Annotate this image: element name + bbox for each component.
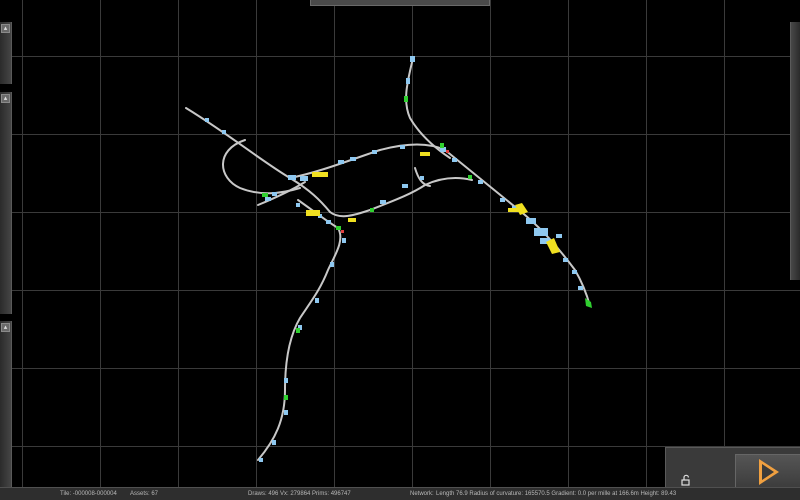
top-panel-tab[interactable] <box>310 0 490 6</box>
padlock-open-icon[interactable] <box>676 472 696 488</box>
sensor-markers-blue <box>205 56 583 462</box>
network-stats-readout: Length 76.9 Radius of curvature: 165570.… <box>436 491 677 497</box>
track-northwest-branch <box>185 107 331 213</box>
tile-readout: Tile: -000008-000004 <box>60 491 117 497</box>
draws-readout: Draws: 496 Vx: 279864 Prims: 496747 <box>248 491 351 497</box>
signal-markers-green <box>262 96 592 400</box>
play-button[interactable] <box>735 454 800 488</box>
track-south-main <box>257 227 342 461</box>
signal-markers-red <box>341 150 449 233</box>
pin-icon[interactable]: ▴ <box>1 24 10 33</box>
side-panel-upper[interactable]: ▴ <box>0 22 12 84</box>
pin-icon[interactable]: ▴ <box>1 94 10 103</box>
side-panel-right[interactable] <box>790 22 800 280</box>
side-panel-lower[interactable]: ▴ <box>0 321 12 487</box>
track-west-loop <box>222 139 301 195</box>
map-viewport[interactable] <box>0 0 800 487</box>
drive-controls-panel <box>665 447 800 488</box>
pin-icon[interactable]: ▴ <box>1 323 10 332</box>
track-crossover <box>329 176 473 218</box>
track-network[interactable] <box>0 0 800 487</box>
side-panel-middle[interactable]: ▴ <box>0 92 12 314</box>
track-main-east <box>444 149 591 307</box>
network-label: Network: <box>410 491 434 497</box>
play-triangle-icon <box>758 458 779 485</box>
status-bar: Tile: -000008-000004 Assets: 67 Draws: 4… <box>0 487 800 500</box>
assets-readout: Assets: 67 <box>130 491 159 497</box>
